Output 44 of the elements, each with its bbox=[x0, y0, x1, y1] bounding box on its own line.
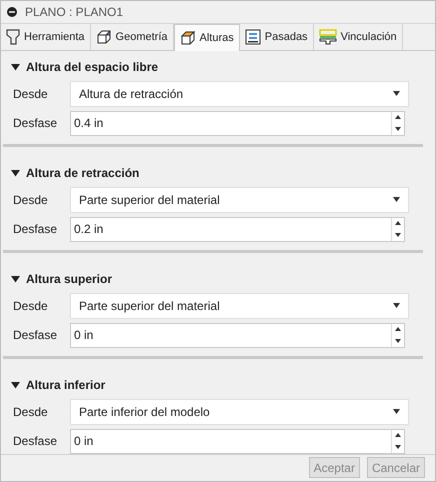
window-title: PLANO : PLANO1 bbox=[25, 4, 124, 19]
number-field[interactable]: 0 in bbox=[70, 322, 405, 348]
triangle-icon[interactable] bbox=[11, 62, 20, 71]
passes-icon bbox=[244, 28, 261, 45]
linking-icon bbox=[318, 28, 337, 45]
spin-down-icon[interactable] bbox=[395, 232, 401, 237]
collapse-icon[interactable] bbox=[7, 6, 17, 17]
triangle-icon[interactable] bbox=[11, 274, 20, 283]
spin-down-icon[interactable] bbox=[395, 444, 401, 449]
field-label: Desfase bbox=[13, 222, 58, 236]
section-title: Altura de retracción bbox=[26, 166, 140, 180]
spin-up-icon[interactable] bbox=[395, 327, 401, 332]
dropdown-arrow-icon bbox=[393, 197, 400, 202]
spin-up-icon[interactable] bbox=[395, 433, 401, 438]
triangle-icon[interactable] bbox=[11, 380, 20, 389]
spin-up-icon[interactable] bbox=[395, 221, 401, 226]
field-label: Desfase bbox=[13, 328, 58, 342]
field-label: Desfase bbox=[13, 434, 58, 448]
section-title: Altura del espacio libre bbox=[26, 60, 158, 74]
dropdown-arrow-icon bbox=[393, 91, 400, 96]
tool-icon bbox=[6, 28, 20, 45]
spin-up-icon[interactable] bbox=[395, 115, 401, 120]
dropdown-arrow-icon bbox=[393, 303, 400, 308]
field-label: Desde bbox=[13, 298, 49, 313]
field-label: Desde bbox=[13, 86, 49, 101]
dropdown[interactable]: Parte superior del material bbox=[70, 186, 409, 213]
number-field[interactable]: 0 in bbox=[70, 428, 405, 454]
field-label: Desde bbox=[13, 192, 49, 207]
block-icon bbox=[180, 30, 196, 46]
section-title: Altura inferior bbox=[26, 378, 106, 392]
field-label: Desfase bbox=[13, 116, 58, 130]
dropdown[interactable]: Altura de retracción bbox=[70, 80, 409, 107]
number-field[interactable]: 0.4 in bbox=[70, 110, 405, 136]
cube-icon bbox=[96, 28, 112, 45]
spin-down-icon[interactable] bbox=[395, 126, 401, 131]
triangle-icon[interactable] bbox=[11, 168, 20, 177]
dropdown[interactable]: Parte inferior del modelo bbox=[70, 398, 409, 425]
field-label: Desde bbox=[13, 404, 49, 419]
spin-down-icon[interactable] bbox=[395, 338, 401, 343]
tab[interactable]: Alturas bbox=[174, 24, 240, 51]
dropdown[interactable]: Parte superior del material bbox=[70, 292, 409, 319]
dropdown-arrow-icon bbox=[393, 409, 400, 414]
number-field[interactable]: 0.2 in bbox=[70, 216, 405, 242]
section-title: Altura superior bbox=[26, 272, 112, 286]
